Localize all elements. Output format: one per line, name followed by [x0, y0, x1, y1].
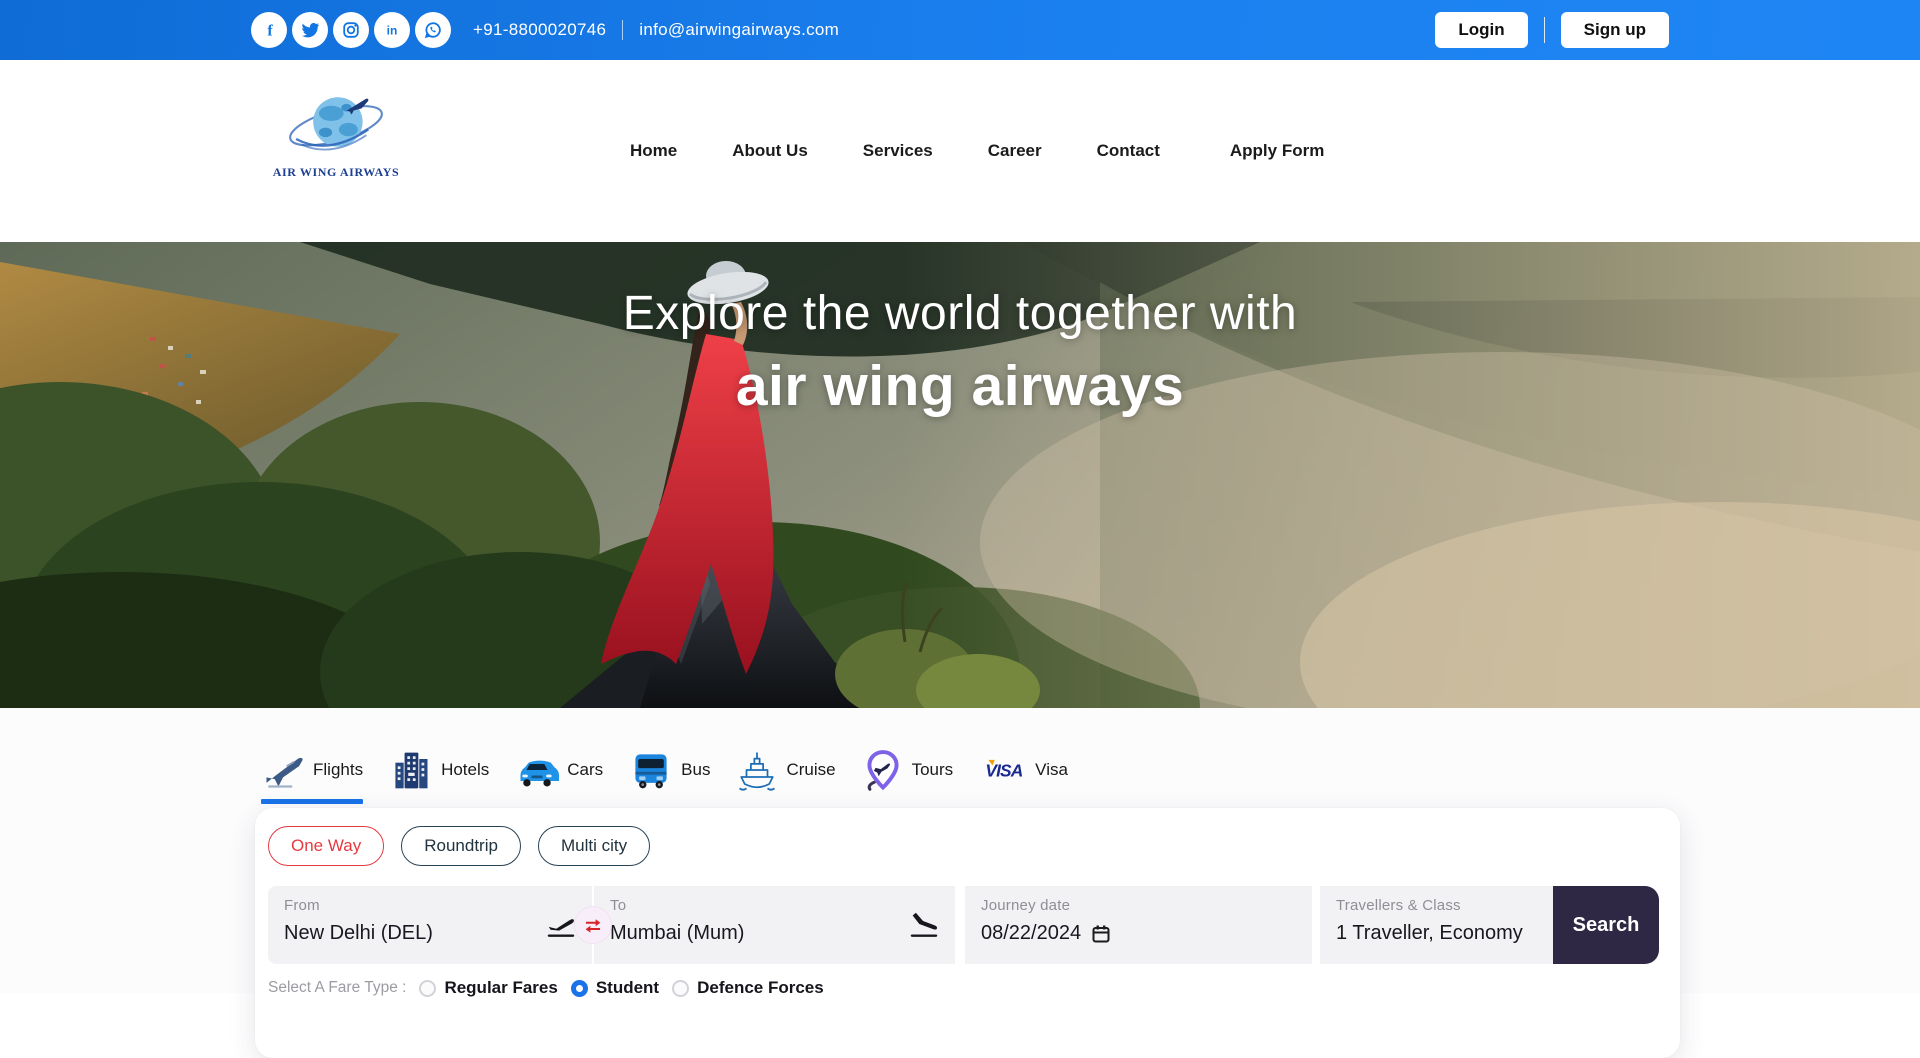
radio-unchecked-icon[interactable] — [419, 980, 436, 997]
tab-label: Flights — [313, 760, 363, 780]
tab-label: Hotels — [441, 760, 489, 780]
tours-pin-icon — [862, 748, 904, 792]
topbar: f in +91-8800020746 info@airwingairways.… — [0, 0, 1920, 60]
topbar-email[interactable]: info@airwingairways.com — [639, 20, 839, 40]
tab-label: Cars — [567, 760, 603, 780]
svg-text:f: f — [267, 23, 273, 40]
calendar-icon[interactable] — [1090, 923, 1112, 945]
topbar-button-divider — [1544, 17, 1545, 43]
fare-type-label: Select A Fare Type : — [268, 979, 406, 997]
nav-services[interactable]: Services — [863, 141, 933, 161]
login-button[interactable]: Login — [1435, 12, 1527, 48]
svg-text:VISA: VISA — [986, 760, 1023, 780]
header: AIR WING AIRWAYS Home About Us Services … — [0, 60, 1920, 242]
travellers-label: Travellers & Class — [1336, 897, 1537, 914]
social-links: f in — [251, 12, 451, 48]
instagram-icon[interactable] — [333, 12, 369, 48]
tab-hotels[interactable]: Hotels — [389, 748, 489, 792]
from-label: From — [284, 897, 576, 914]
fare-type-row: Select A Fare Type : Regular Fares Stude… — [268, 978, 1660, 998]
tab-flights[interactable]: Flights — [261, 748, 363, 792]
tab-visa[interactable]: VISA Visa — [979, 748, 1068, 792]
travellers-value: 1 Traveller, Economy — [1336, 922, 1537, 945]
plane-takeoff-icon — [544, 908, 578, 947]
fare-option-label: Student — [596, 978, 659, 998]
hero-title-line2: air wing airways — [0, 353, 1920, 419]
radio-unchecked-icon[interactable] — [672, 980, 689, 997]
nav-career[interactable]: Career — [988, 141, 1042, 161]
to-field[interactable]: To Mumbai (Mum) — [594, 886, 955, 964]
facebook-icon[interactable]: f — [251, 12, 287, 48]
flight-icon — [261, 748, 305, 792]
trip-type-roundtrip[interactable]: Roundtrip — [401, 826, 521, 866]
visa-icon: VISA — [979, 748, 1027, 792]
linkedin-icon[interactable]: in — [374, 12, 410, 48]
journey-date-label: Journey date — [981, 897, 1296, 914]
tab-label: Cruise — [786, 760, 835, 780]
hotel-icon — [389, 748, 433, 792]
to-label: To — [610, 897, 939, 914]
twitter-icon[interactable] — [292, 12, 328, 48]
tab-cruise[interactable]: Cruise — [736, 748, 835, 792]
fare-option-label: Regular Fares — [444, 978, 557, 998]
svg-text:in: in — [387, 24, 398, 38]
trip-type-selector: One Way Roundtrip Multi city — [268, 826, 1660, 866]
travellers-class-field[interactable]: Travellers & Class 1 Traveller, Economy — [1320, 886, 1553, 964]
bus-icon — [629, 748, 673, 792]
plane-landing-icon — [907, 908, 941, 947]
nav-home[interactable]: Home — [630, 141, 677, 161]
service-tabs: Flights Hotels — [261, 748, 1068, 792]
search-fields-row: From New Delhi (DEL) To Mumbai (Mum) — [268, 886, 1660, 964]
tab-tours[interactable]: Tours — [862, 748, 954, 792]
fare-option-label: Defence Forces — [697, 978, 824, 998]
car-icon — [515, 748, 559, 792]
whatsapp-icon[interactable] — [415, 12, 451, 48]
trip-type-one-way[interactable]: One Way — [268, 826, 384, 866]
topbar-phone[interactable]: +91-8800020746 — [473, 20, 606, 40]
hero-title: Explore the world together with air wing… — [0, 286, 1920, 419]
hero-title-line1: Explore the world together with — [0, 286, 1920, 341]
tab-label: Tours — [912, 760, 954, 780]
journey-date-value: 08/22/2024 — [981, 922, 1081, 945]
nav-apply-form[interactable]: Apply Form — [1230, 141, 1324, 161]
signup-button[interactable]: Sign up — [1561, 12, 1669, 48]
fare-option-defence[interactable]: Defence Forces — [672, 978, 824, 998]
radio-checked-icon[interactable] — [571, 980, 588, 997]
cruise-icon — [736, 748, 778, 792]
trip-type-multi-city[interactable]: Multi city — [538, 826, 650, 866]
hero-banner: Explore the world together with air wing… — [0, 242, 1920, 708]
logo-text: AIR WING AIRWAYS — [256, 165, 416, 180]
tab-label: Visa — [1035, 760, 1068, 780]
nav-contact[interactable]: Contact — [1097, 141, 1160, 161]
main-nav: Home About Us Services Career Contact Ap… — [630, 60, 1324, 242]
fare-option-student[interactable]: Student — [571, 978, 659, 998]
tab-bus[interactable]: Bus — [629, 748, 710, 792]
from-value: New Delhi (DEL) — [284, 922, 576, 945]
tab-cars[interactable]: Cars — [515, 748, 603, 792]
fare-option-regular[interactable]: Regular Fares — [419, 978, 557, 998]
logo[interactable]: AIR WING AIRWAYS — [256, 82, 416, 180]
from-field[interactable]: From New Delhi (DEL) — [268, 886, 592, 964]
journey-date-field[interactable]: Journey date 08/22/2024 — [965, 886, 1312, 964]
to-value: Mumbai (Mum) — [610, 922, 939, 945]
flight-search-card: One Way Roundtrip Multi city From New De… — [255, 808, 1680, 1058]
swap-cities-button[interactable] — [574, 906, 612, 944]
search-button[interactable]: Search — [1553, 886, 1659, 964]
topbar-divider — [622, 20, 623, 40]
swap-arrows-icon — [583, 915, 603, 935]
tab-label: Bus — [681, 760, 710, 780]
logo-globe-icon — [276, 82, 396, 158]
nav-about-us[interactable]: About Us — [732, 141, 808, 161]
booking-section: Flights Hotels — [0, 708, 1920, 993]
